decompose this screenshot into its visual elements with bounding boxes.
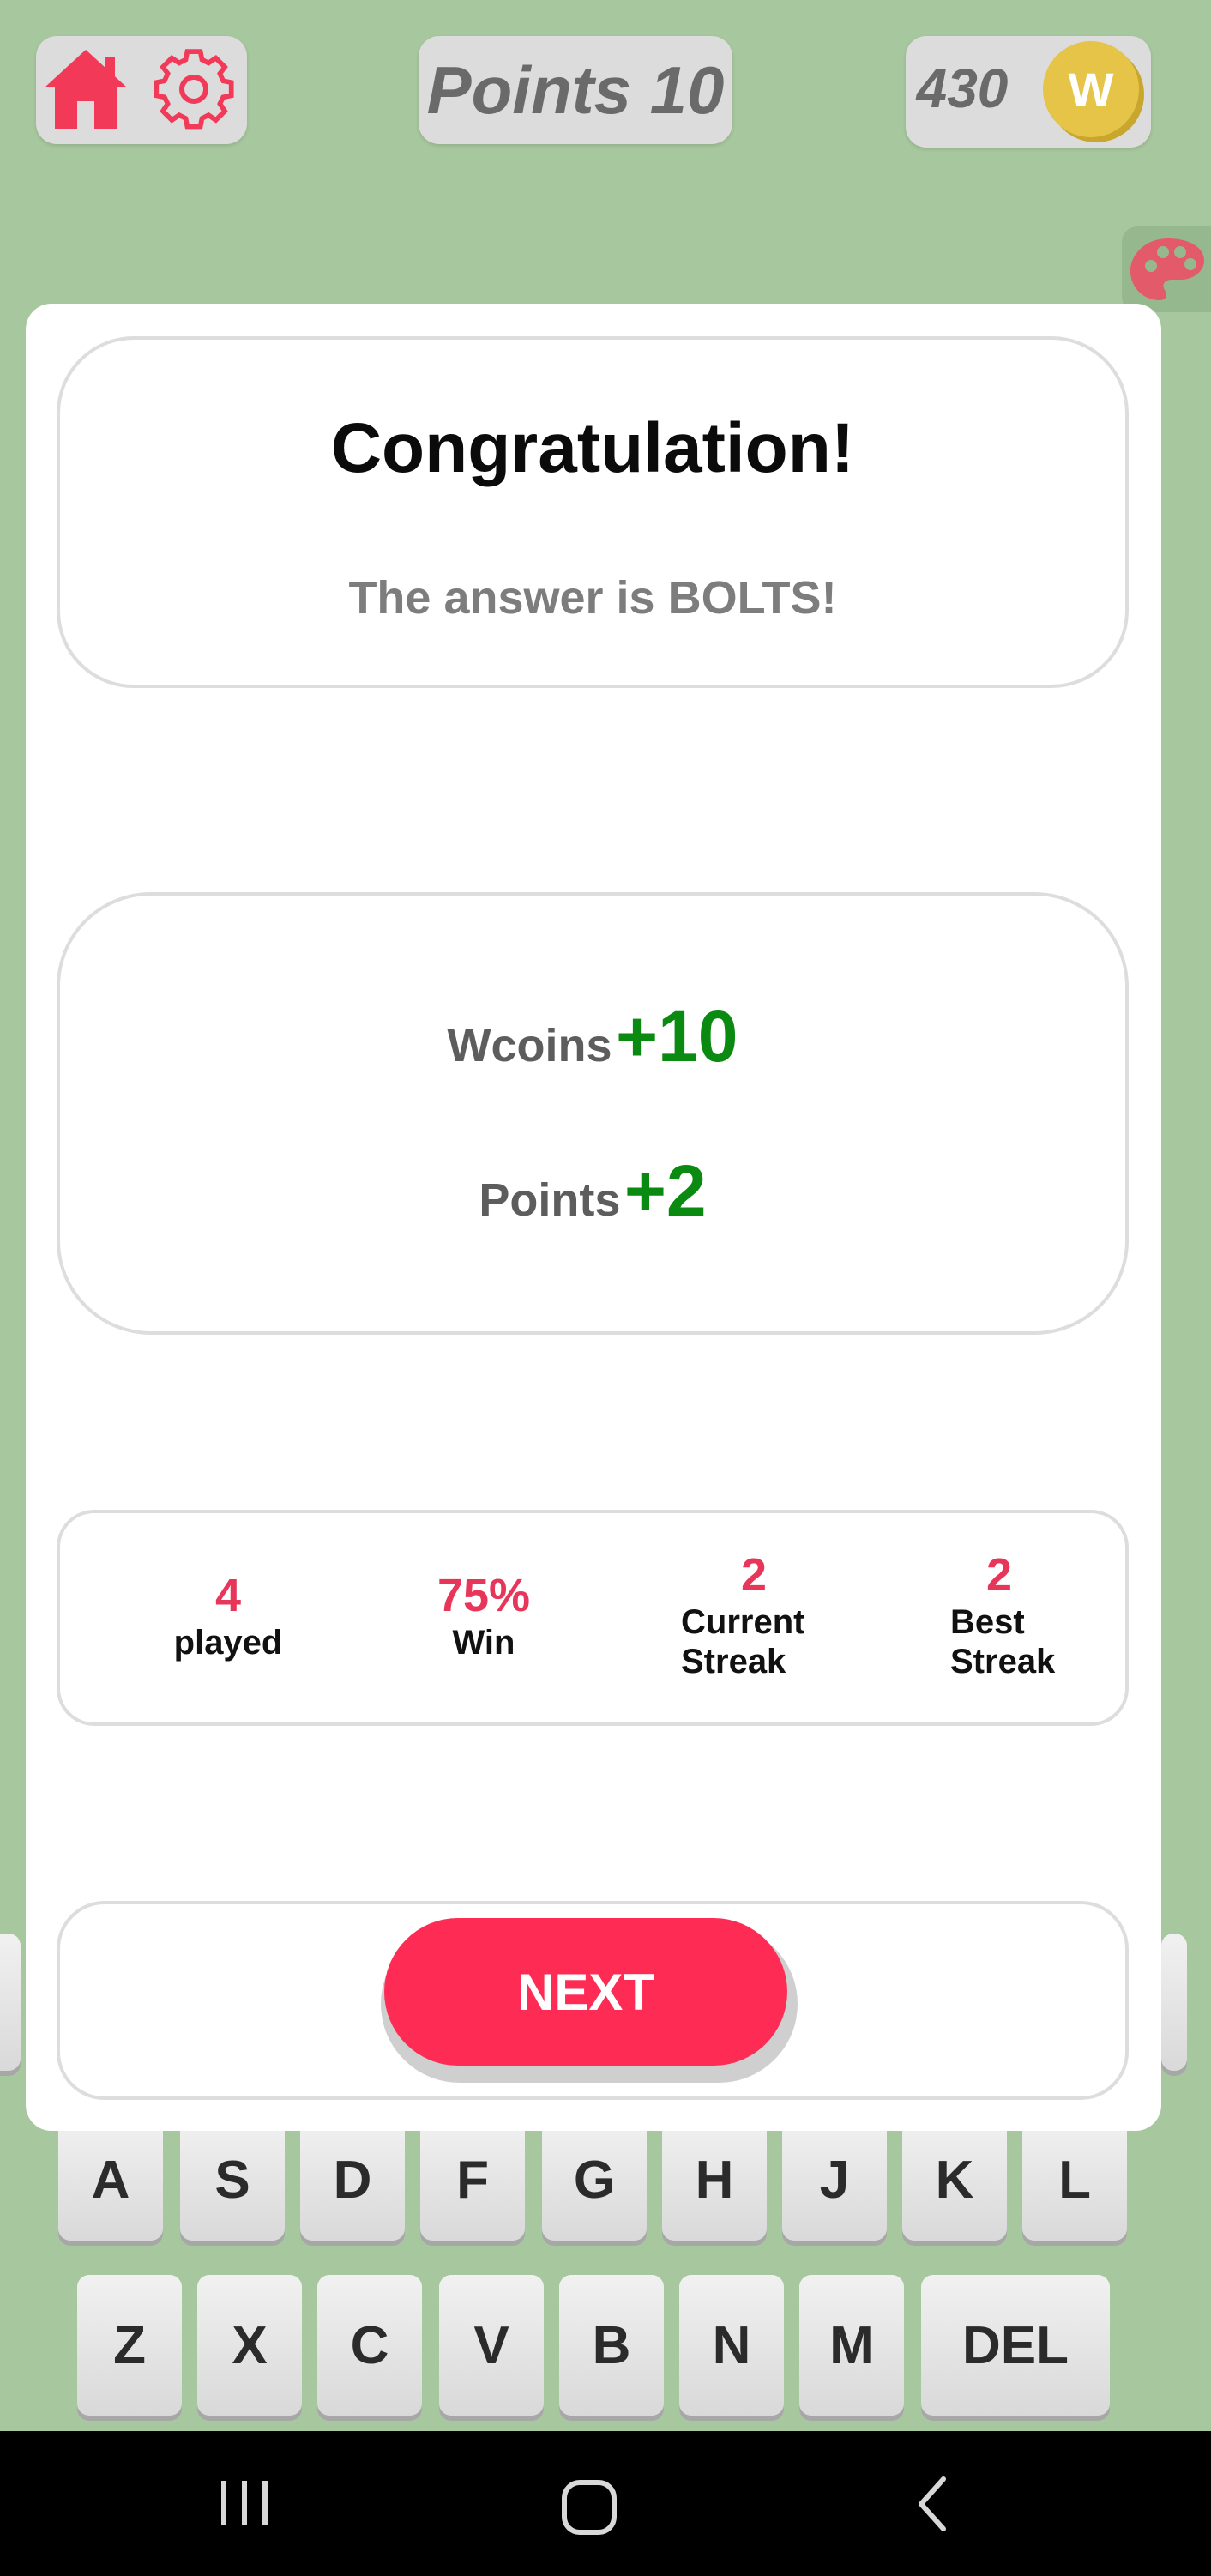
keyboard-key-hidden-left: [0, 1934, 21, 2071]
coin-letter: W: [1069, 63, 1114, 117]
points-reward-label: Points: [479, 1174, 621, 1226]
dialog-title: Congratulation!: [330, 409, 855, 487]
key-s[interactable]: S: [180, 2119, 285, 2241]
key-delete[interactable]: DEL: [921, 2275, 1110, 2416]
stat-played: 4 played: [160, 1568, 297, 1662]
key-k[interactable]: K: [902, 2119, 1007, 2241]
rewards-card: Wcoins +10 Points +2: [57, 892, 1129, 1335]
system-navigation-bar: [0, 2431, 1211, 2576]
answer-text: The answer is BOLTS!: [348, 572, 837, 624]
coin-icon: W: [1039, 38, 1146, 144]
key-l[interactable]: L: [1022, 2119, 1127, 2241]
key-a[interactable]: A: [58, 2119, 163, 2241]
congratulation-card: Congratulation! The answer is BOLTS!: [57, 336, 1129, 688]
key-x[interactable]: X: [197, 2275, 302, 2416]
home-nav-icon[interactable]: [559, 2477, 619, 2537]
stat-current-label-1: Current: [681, 1603, 805, 1641]
settings-button[interactable]: [148, 45, 240, 134]
wcoins-reward: Wcoins +10: [60, 995, 1125, 1078]
key-h[interactable]: H: [662, 2119, 767, 2241]
recent-apps-icon[interactable]: [214, 2476, 274, 2531]
gear-icon: [154, 49, 234, 130]
home-icon: [45, 50, 127, 129]
stat-best-value: 2: [986, 1549, 1013, 1601]
key-z[interactable]: Z: [77, 2275, 182, 2416]
result-dialog: Congratulation! The answer is BOLTS! Wco…: [26, 304, 1161, 2131]
stat-current-streak: 2 Current Streak: [681, 1547, 818, 1681]
key-g[interactable]: G: [542, 2119, 647, 2241]
back-icon[interactable]: [909, 2474, 961, 2534]
coins-value: 430: [916, 57, 1009, 119]
key-f[interactable]: F: [420, 2119, 525, 2241]
stat-current-value: 2: [740, 1549, 768, 1601]
theme-button[interactable]: [1122, 226, 1211, 312]
stat-best-label-1: Best: [950, 1603, 1025, 1641]
points-reward-value: +2: [624, 1150, 707, 1231]
palette-icon: [1130, 238, 1204, 300]
stat-played-value: 4: [214, 1570, 242, 1621]
key-n[interactable]: N: [679, 2275, 784, 2416]
wcoins-value: +10: [615, 996, 738, 1077]
stat-best-label-2: Streak: [950, 1643, 1056, 1680]
next-button[interactable]: NEXT: [384, 1918, 787, 2066]
stats-card: 4 played 75% Win 2 Current Streak 2 Best…: [57, 1510, 1129, 1726]
points-display: Points 10: [419, 36, 732, 144]
keyboard-key-hidden-right: [1161, 1934, 1187, 2071]
stat-current-label-2: Streak: [681, 1643, 786, 1680]
points-reward: Points +2: [60, 1149, 1125, 1233]
stat-win-value: 75%: [437, 1570, 531, 1621]
points-label: Points 10: [426, 51, 725, 128]
stat-win-label: Win: [452, 1624, 515, 1662]
key-c[interactable]: C: [317, 2275, 422, 2416]
key-d[interactable]: D: [300, 2119, 405, 2241]
stat-win: 75% Win: [415, 1568, 552, 1662]
key-b[interactable]: B: [559, 2275, 664, 2416]
home-button[interactable]: [39, 45, 132, 134]
key-j[interactable]: J: [782, 2119, 887, 2241]
stat-best-streak: 2 Best Streak: [950, 1547, 1070, 1681]
key-v[interactable]: V: [439, 2275, 544, 2416]
key-m[interactable]: M: [799, 2275, 904, 2416]
wcoins-label: Wcoins: [447, 1020, 612, 1071]
stat-played-label: played: [173, 1624, 283, 1662]
